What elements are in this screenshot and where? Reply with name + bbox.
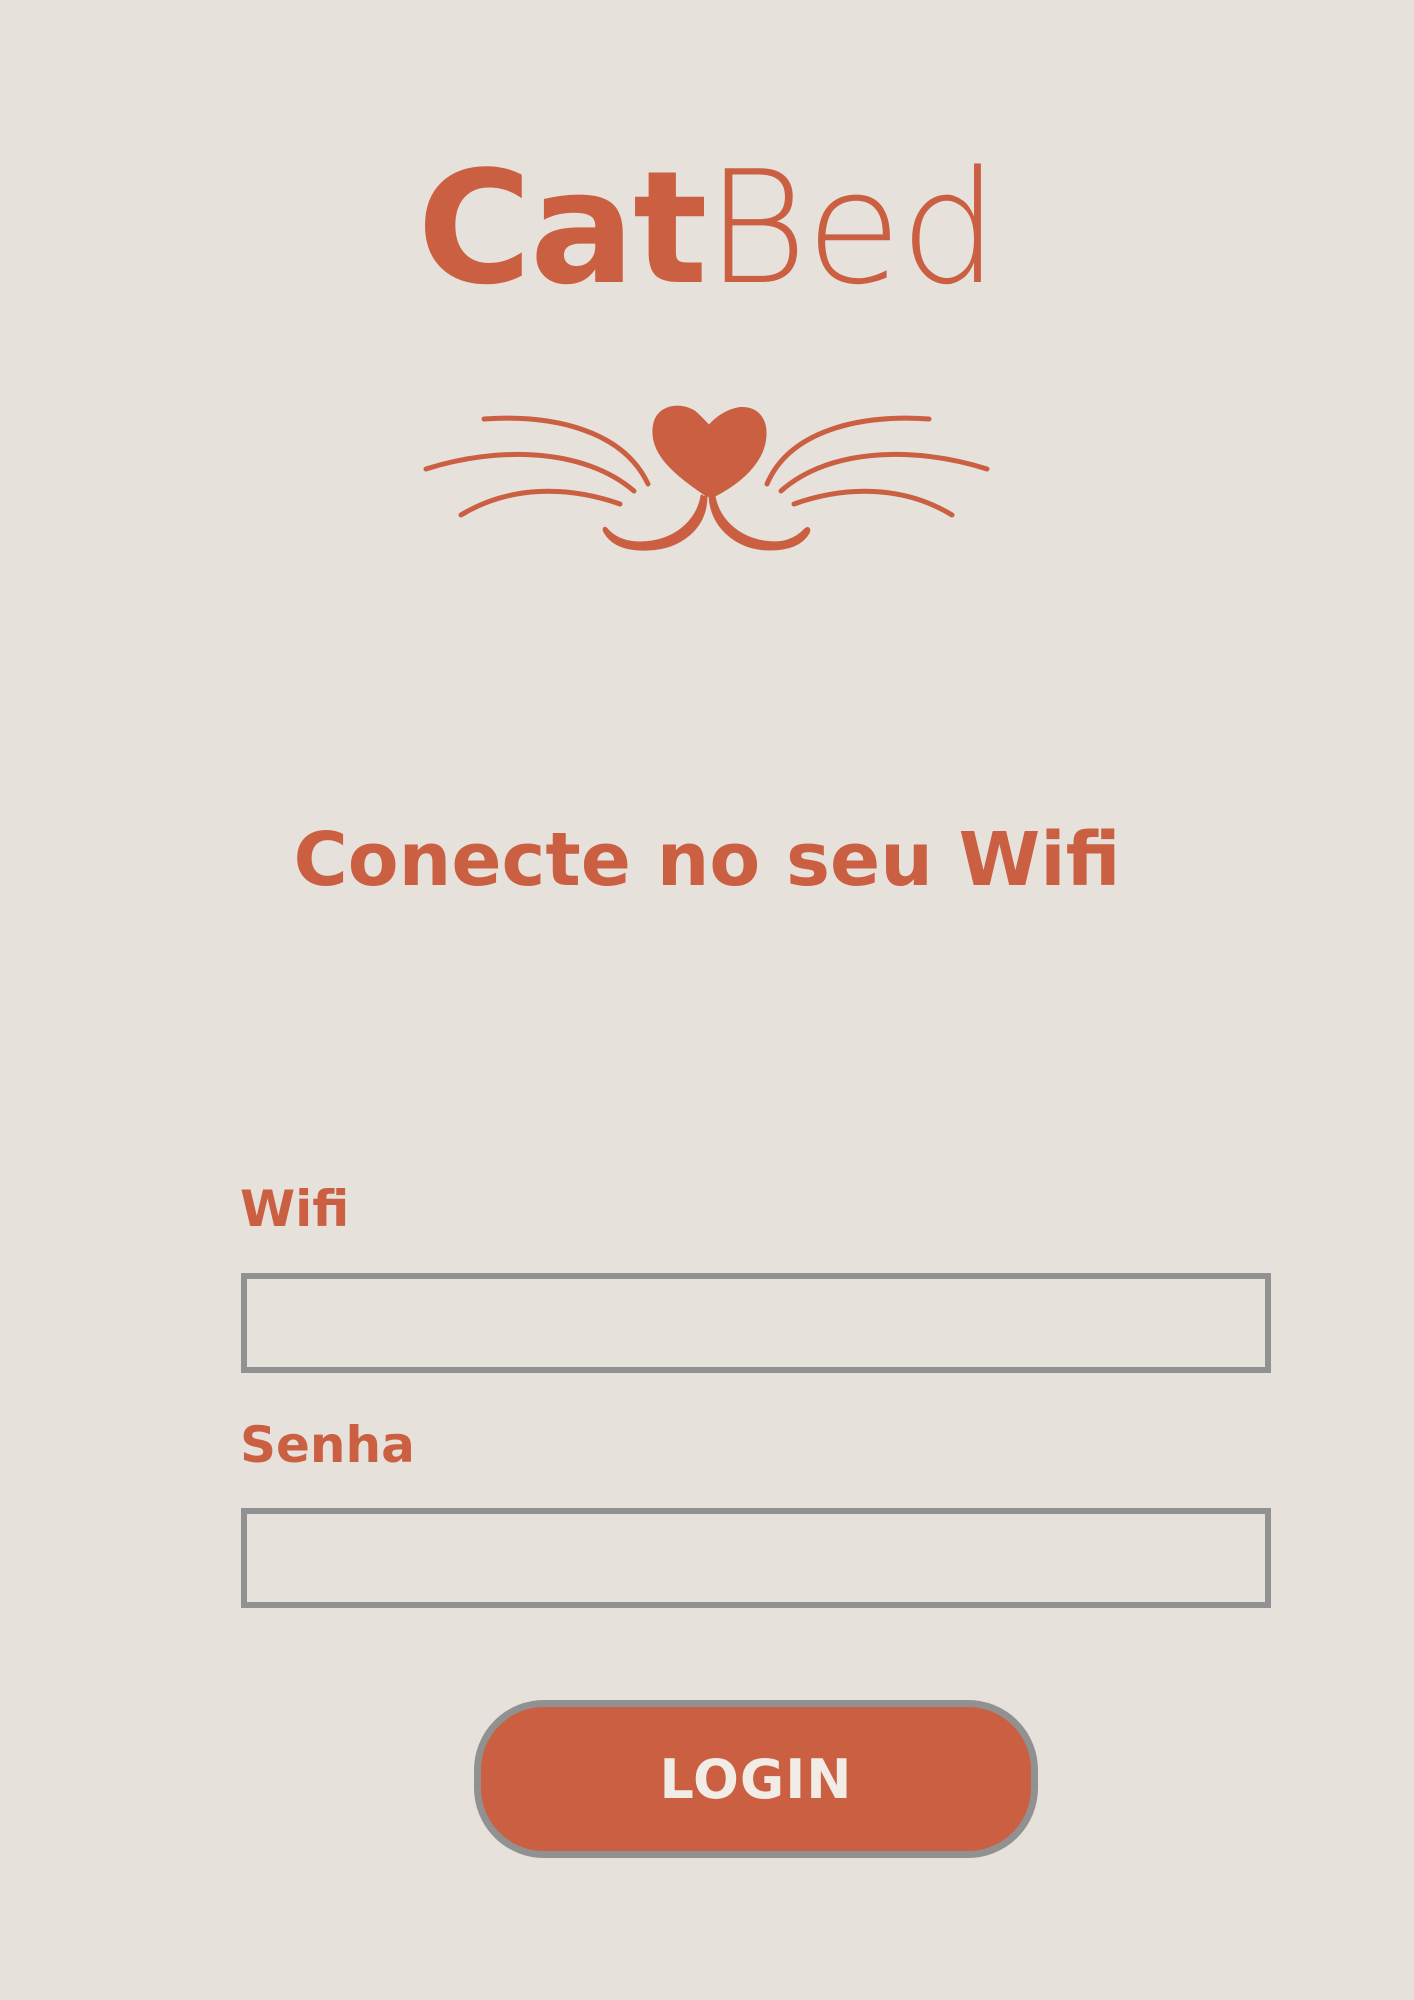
app-logo: CatBed: [0, 150, 1414, 306]
logo-text-strong: Cat: [417, 137, 707, 319]
login-button[interactable]: LOGIN: [474, 1700, 1038, 1858]
logo-text-light: Bed: [705, 137, 999, 319]
password-input[interactable]: [241, 1508, 1271, 1608]
password-label: Senha: [240, 1416, 415, 1474]
wifi-label: Wifi: [240, 1180, 350, 1238]
page-title: Conecte no seu Wifi: [293, 817, 1121, 903]
cat-whiskers-nose-icon: [423, 405, 990, 551]
wifi-input[interactable]: [241, 1273, 1271, 1373]
